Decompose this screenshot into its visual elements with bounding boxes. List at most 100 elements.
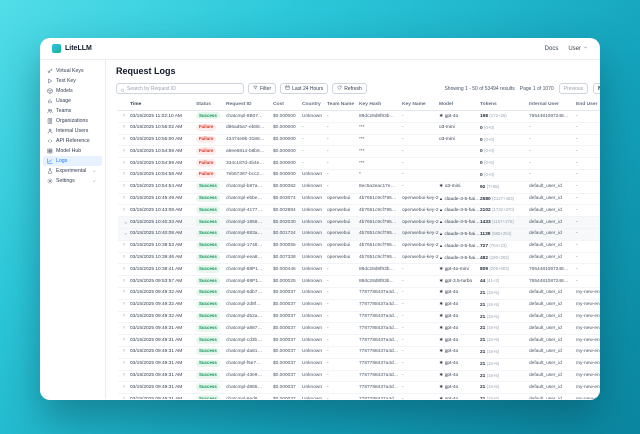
key-name-cell: - [402,287,439,299]
table-row[interactable]: ›03/15/2025 10:39:53 AMSuccesschatcmpl-1… [118,240,600,252]
sidebar-item-model-hub[interactable]: Model Hub [43,146,102,156]
expand-chevron-icon[interactable]: › [119,222,129,224]
status-cell: Success [196,358,226,370]
refresh-button[interactable]: Refresh [332,83,367,94]
expand-chevron-icon[interactable]: › [123,112,125,122]
filter-button[interactable]: Filter [248,83,276,94]
model-cell: o3-mini [439,122,480,134]
table-row[interactable]: ›03/15/2025 09:49:31 AMSuccesschatcmpl-a… [118,323,600,335]
previous-page-button[interactable]: Previous [559,83,588,94]
sidebar-item-test-key[interactable]: Test Key [43,76,102,86]
sidebar-item-experimental[interactable]: Experimental [43,166,102,176]
table-row[interactable]: ›03/15/2025 09:49:32 AMSuccesschatcmpl-6… [118,287,600,299]
table-row[interactable]: ›03/15/2025 09:49:31 AMSuccesschatcmpl-f… [118,358,600,370]
table-row[interactable]: ›03/15/2025 10:55:02 AMFailured86ad5a7-e… [118,122,600,134]
expand-chevron-icon[interactable]: › [123,288,125,298]
table-row[interactable]: ›03/15/2025 10:54:54 AMSuccesschatcmpl-b… [118,181,600,193]
table-row[interactable]: ›03/15/2025 09:49:31 AMSuccesschatcmpl-c… [118,335,600,347]
table-row[interactable]: ›03/15/2025 09:49:32 AMSuccesschatcmpl-d… [118,311,600,323]
expand-chevron-icon[interactable]: › [123,123,125,133]
table-row[interactable]: ›03/15/2025 10:39:46 AMSuccesschatcmpl-e… [118,252,600,264]
docs-link[interactable]: Docs [545,46,559,52]
request-id-cell: chatcmpl-d52a… [226,311,273,323]
expand-chevron-icon[interactable]: › [123,336,125,346]
sidebar-item-label: Settings [56,178,75,184]
table-row[interactable]: ›03/15/2025 10:40:33 AMSuccesschatcmpl-1… [118,217,600,229]
sidebar-item-usage[interactable]: Usage [43,96,102,106]
team-name-cell: - [327,134,359,146]
tokens-total: 1433 [480,220,491,225]
expand-chevron-icon[interactable]: › [123,359,125,369]
table-row[interactable]: ›03/15/2025 09:49:31 AMSuccesschatcmpl-6… [118,394,600,399]
end-user-cell: - [576,252,600,264]
expand-chevron-icon[interactable]: › [123,170,125,180]
table-row[interactable]: ›03/15/2025 10:54:59 AMFailure334c187d-4… [118,158,600,170]
sidebar-item-label: API Reference [56,138,90,144]
table-row[interactable]: ›03/15/2025 10:55:00 AMFailure43474e9b-3… [118,134,600,146]
table-row[interactable]: ›03/15/2025 09:49:31 AMSuccesschatcmpl-d… [118,346,600,358]
table-row[interactable]: ›03/15/2025 10:38:41 AMSuccesschatcmpl-8… [118,264,600,276]
expand-cell: › [118,158,130,170]
model-cell: claude-3-5-hai… [439,205,480,217]
expand-chevron-icon[interactable]: › [123,395,125,399]
expand-chevron-icon[interactable]: › [123,371,125,381]
expand-chevron-icon[interactable]: › [123,324,125,334]
key-name-cell: - [402,394,439,399]
search-input[interactable] [127,86,240,92]
sidebar-item-internal-users[interactable]: Internal Users [43,126,102,136]
tokens-total: 21 [480,338,485,343]
expand-chevron-icon[interactable]: › [123,241,125,251]
sidebar-item-settings[interactable]: Settings [43,176,102,186]
cost-cell: $0.007338 [273,252,302,264]
tokens-total: 21 [480,397,485,399]
expand-chevron-icon[interactable]: › [123,277,125,287]
expand-chevron-icon[interactable]: › [123,194,125,204]
expand-chevron-icon[interactable]: › [123,265,125,275]
sidebar-item-teams[interactable]: Teams [43,106,102,116]
sidebar-item-models[interactable]: Models [43,86,102,96]
status-badge: Success [196,372,220,379]
time-cell: 03/15/2025 10:38:41 AM [130,264,196,276]
expand-chevron-icon[interactable]: › [119,233,129,235]
time-cell: 03/15/2025 09:49:31 AM [130,323,196,335]
table-row[interactable]: ›03/15/2025 10:54:59 AMFailurea9ee6814-b… [118,146,600,158]
status-cell: Success [196,193,226,205]
country-cell: - [302,122,327,134]
expand-chevron-icon[interactable]: › [123,159,125,169]
end-user-cell: - [576,276,600,288]
table-row[interactable]: ›03/15/2025 10:43:08 AMSuccesschatcmpl-4… [118,205,600,217]
key-name-cell: - [402,169,439,181]
table-row[interactable]: ›03/15/2025 11:02:10 AMSuccesschatcmpl-8… [118,111,600,123]
next-page-button[interactable]: Next [593,83,600,94]
sidebar-item-label: Teams [56,108,71,114]
sidebar-item-organizations[interactable]: Organizations [43,116,102,126]
expand-chevron-icon[interactable]: › [123,147,125,157]
table-row[interactable]: ›03/15/2025 09:49:31 AMSuccesschatcmpl-d… [118,382,600,394]
sidebar-item-api-reference[interactable]: API Reference [43,136,102,146]
status-badge: Success [196,242,220,249]
expand-chevron-icon[interactable]: › [123,135,125,145]
time-range-button[interactable]: Last 24 Hours [280,83,328,94]
status-cell: Success [196,323,226,335]
tokens-total: 2580 [480,197,491,202]
tokens-detail: (16+5) [487,302,500,307]
expand-chevron-icon[interactable]: › [123,253,125,263]
table-row[interactable]: ›03/15/2025 10:40:08 AMSuccesschatcmpl-8… [118,228,600,240]
table-row[interactable]: ›03/15/2025 09:49:32 AMSuccesschatcmpl-2… [118,299,600,311]
user-menu[interactable]: User [568,45,588,52]
sidebar-item-logs[interactable]: Logs [43,156,102,166]
expand-chevron-icon[interactable]: › [123,300,125,310]
table-row[interactable]: ›03/15/2025 09:49:31 AMSuccesschatcmpl-4… [118,370,600,382]
table-row[interactable]: ›03/15/2025 09:53:57 AMSuccesschatcmpl-8… [118,276,600,288]
table-row[interactable]: ›03/15/2025 10:54:58 AMFailure7eb67387-b… [118,169,600,181]
expand-chevron-icon[interactable]: › [123,206,125,216]
expand-chevron-icon[interactable]: › [123,383,125,393]
expand-chevron-icon[interactable]: › [123,182,125,192]
sidebar-item-virtual-keys[interactable]: Virtual Keys [43,66,102,76]
key-hash-cell: 4b7651c9cf795… [359,240,402,252]
table-row[interactable]: ›03/15/2025 10:45:49 AMSuccesschatcmpl-e… [118,193,600,205]
expand-chevron-icon[interactable]: › [123,347,125,357]
time-cell: 03/15/2025 10:54:54 AM [130,181,196,193]
expand-chevron-icon[interactable]: › [123,312,125,322]
country-cell: - [302,134,327,146]
